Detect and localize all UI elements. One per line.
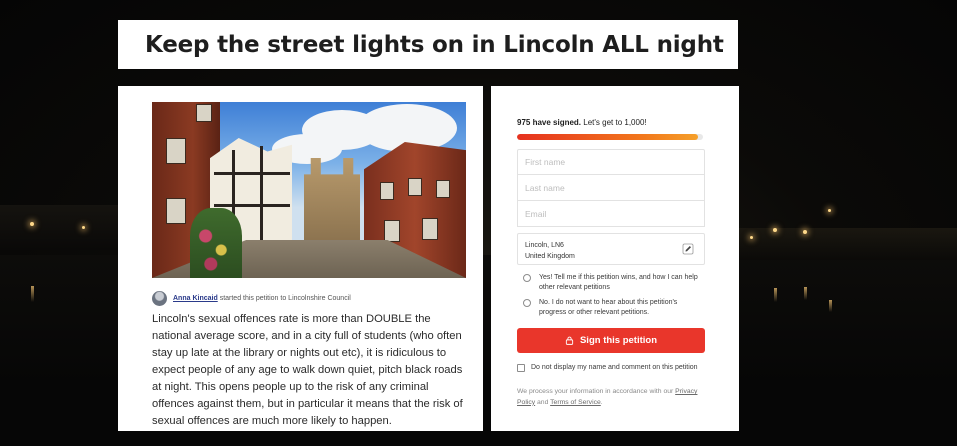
background-shore-left bbox=[0, 205, 118, 250]
radio-no[interactable] bbox=[523, 299, 531, 307]
email-field[interactable] bbox=[517, 201, 705, 227]
option-yes[interactable]: Yes! Tell me if this petition wins, and … bbox=[517, 273, 705, 293]
starter-name-link[interactable]: Anna Kincaid bbox=[173, 295, 218, 302]
hide-name-checkbox[interactable] bbox=[517, 364, 525, 372]
sign-petition-button[interactable]: Sign this petition bbox=[517, 328, 705, 353]
signature-progress-fill bbox=[517, 134, 699, 140]
petition-photo bbox=[152, 102, 466, 278]
avatar bbox=[152, 290, 167, 306]
background-light bbox=[773, 228, 777, 232]
option-no-label: No. I do not want to hear about this pet… bbox=[539, 299, 678, 316]
last-name-field[interactable] bbox=[517, 175, 705, 201]
privacy-suffix: . bbox=[600, 398, 603, 406]
option-yes-label: Yes! Tell me if this petition wins, and … bbox=[539, 274, 698, 291]
background-reflection bbox=[31, 286, 34, 302]
privacy-and: and bbox=[537, 398, 549, 406]
hide-name-label: Do not display my name and comment on th… bbox=[531, 364, 698, 371]
starter-action-text: started this petition to Lincolnshire Co… bbox=[219, 294, 351, 302]
sign-petition-label: Sign this petition bbox=[579, 335, 658, 346]
title-card: Keep the street lights on in Lincoln ALL… bbox=[118, 20, 738, 69]
terms-of-service-link[interactable]: Terms of Service bbox=[550, 399, 601, 406]
privacy-notice: We process your information in accordanc… bbox=[517, 387, 707, 408]
sign-form-card: 975 have signed. Let's get to 1,000! Lin… bbox=[491, 86, 739, 431]
background-light bbox=[803, 230, 807, 234]
background-light bbox=[30, 222, 34, 226]
signature-progress-bar bbox=[517, 134, 703, 140]
background-reflection bbox=[774, 288, 777, 302]
signed-count-text: 975 have signed. bbox=[517, 118, 582, 127]
privacy-prefix: We process your information in accordanc… bbox=[517, 388, 674, 395]
background-reflection bbox=[804, 287, 807, 300]
petition-title: Keep the street lights on in Lincoln ALL… bbox=[145, 31, 724, 58]
petition-body: Lincoln's sexual offences rate is more t… bbox=[152, 313, 463, 427]
first-name-field[interactable] bbox=[517, 149, 705, 175]
pencil-icon[interactable] bbox=[682, 243, 694, 255]
petition-content-card: Anna Kincaid started this petition to Li… bbox=[118, 86, 483, 431]
location-field[interactable]: Lincoln, LN6 United Kingdom bbox=[517, 233, 705, 265]
option-no[interactable]: No. I do not want to hear about this pet… bbox=[517, 298, 705, 318]
petition-starter: Anna Kincaid started this petition to Li… bbox=[152, 290, 483, 306]
hide-name-option[interactable]: Do not display my name and comment on th… bbox=[517, 363, 705, 373]
goal-text: Let's get to 1,000! bbox=[583, 118, 647, 127]
background-light bbox=[750, 236, 753, 239]
background-light bbox=[82, 226, 85, 229]
signature-count: 975 have signed. Let's get to 1,000! bbox=[517, 118, 739, 127]
background-shore-right bbox=[739, 228, 957, 260]
location-line-2: United Kingdom bbox=[525, 253, 575, 260]
background-reflection bbox=[829, 300, 832, 312]
location-line-1: Lincoln, LN6 bbox=[525, 242, 564, 249]
lock-icon bbox=[565, 336, 574, 345]
radio-yes[interactable] bbox=[523, 274, 531, 282]
background-light bbox=[828, 209, 831, 212]
